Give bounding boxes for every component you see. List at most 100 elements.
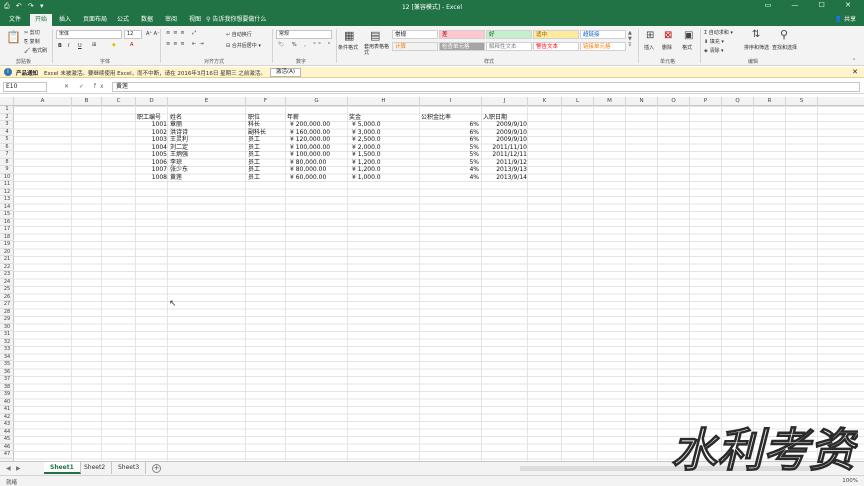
row-header[interactable]: 18 [0,234,14,241]
tab-5[interactable]: 数据 [136,14,158,26]
cell-employee-fund-rate[interactable]: 6% [421,121,479,129]
select-all-corner[interactable] [0,97,14,106]
cell-employee-bonus[interactable]: ¥ 2,500.0 [352,136,381,144]
row-header[interactable]: 16 [0,219,14,226]
header-cell-hire-date[interactable]: 入职日期 [483,114,507,122]
column-header[interactable]: H [348,97,420,106]
cell-employee-id[interactable]: 1002 [137,129,167,137]
row-header[interactable]: 29 [0,316,14,324]
column-header[interactable]: R [754,97,786,106]
cell-employee-bonus[interactable]: ¥ 1,200.0 [352,159,381,167]
row-header[interactable]: 13 [0,196,14,204]
row-header[interactable]: 42 [0,414,14,421]
find-select-button[interactable]: 查找和选择 [772,44,797,51]
cell-employee-bonus[interactable]: ¥ 1,200.0 [352,166,381,174]
font-grow-shrink-icons[interactable]: A⁺ A⁻ [146,31,160,37]
row-header[interactable]: 11 [0,181,14,189]
style-cell-6[interactable]: 检查单元格 [439,42,485,51]
border-icon[interactable]: ⊞ [92,42,96,48]
column-header[interactable]: K [528,97,562,106]
cell-employee-salary[interactable]: ¥ 60,000.00 [290,174,326,182]
number-format-select[interactable]: 常规 [276,30,332,39]
cell-employee-name[interactable]: 王炳强 [170,151,188,159]
header-cell-fund-rate[interactable]: 公积金比率 [421,114,451,122]
underline-button[interactable]: U [78,43,82,49]
delete-cells-button[interactable]: 删除 [662,44,672,51]
column-header[interactable]: M [594,97,626,106]
tab-3[interactable]: 页面布局 [78,14,112,26]
tab-1[interactable]: 开始 [30,14,53,26]
format-as-table-button[interactable]: 套用表格格式 [364,44,390,56]
cell-employee-hire-date[interactable]: 2009/9/10 [483,121,527,129]
sheet-tab-1[interactable]: Sheet1 [44,462,81,474]
cell-employee-fund-rate[interactable]: 5% [421,151,479,159]
cell-employee-hire-date[interactable]: 2013/9/13 [483,166,527,174]
row-header[interactable]: 39 [0,391,14,399]
style-cell-3[interactable]: 适中 [533,30,579,39]
horizontal-align-icons[interactable]: ≡≡≡ ⇤⇥ [166,41,207,47]
collapse-ribbon-icon[interactable]: ⌃ [852,58,856,64]
row-header[interactable]: 23 [0,271,14,279]
cell-employee-bonus[interactable]: ¥ 3,000.0 [352,129,381,137]
row-header[interactable]: 6 [0,144,14,151]
column-header[interactable]: J [482,97,528,106]
cell-employee-fund-rate[interactable]: 4% [421,166,479,174]
cell-employee-salary[interactable]: ¥ 120,000.00 [290,136,330,144]
row-header[interactable]: 22 [0,264,14,271]
cell-employee-id[interactable]: 1006 [137,159,167,167]
cell-employee-name[interactable]: 张少东 [170,166,188,174]
cell-employee-bonus[interactable]: ¥ 1,000.0 [352,174,381,182]
cell-employee-id[interactable]: 1001 [137,121,167,129]
column-header[interactable]: D [136,97,168,106]
column-header[interactable]: G [286,97,348,106]
cell-employee-position[interactable]: 员工 [248,159,260,167]
tab-2[interactable]: 插入 [54,14,76,26]
row-header[interactable]: 15 [0,211,14,219]
cell-employee-position[interactable]: 员工 [248,136,260,144]
cell-employee-bonus[interactable]: ¥ 2,000.0 [352,144,381,152]
row-header[interactable]: 3 [0,121,14,129]
header-cell-salary[interactable]: 年薪 [287,114,299,122]
column-header[interactable]: Q [722,97,754,106]
cell-employee-id[interactable]: 1008 [137,174,167,182]
style-cell-0[interactable]: 常规 [392,30,438,39]
share-button[interactable]: 👤 共享 [835,14,856,26]
row-header[interactable]: 2 [0,114,14,121]
row-header[interactable]: 40 [0,399,14,406]
row-header[interactable]: 30 [0,324,14,331]
row-header[interactable]: 37 [0,376,14,384]
cell-employee-bonus[interactable]: ¥ 5,000.0 [352,121,381,129]
row-header[interactable]: 32 [0,339,14,346]
row-header[interactable]: 36 [0,369,14,376]
merge-center-button[interactable]: ⊟ 合并后居中 ▾ [226,42,261,49]
row-header[interactable]: 47 [0,451,14,459]
cell-employee-salary[interactable]: ¥ 100,000.00 [290,144,330,152]
italic-button[interactable]: I [68,43,69,49]
row-header[interactable]: 1 [0,106,14,114]
next-sheet-icon[interactable]: ▶ [16,465,21,472]
column-header[interactable]: E [168,97,246,106]
sort-filter-icon[interactable]: ⇅ [752,29,760,40]
column-header[interactable]: I [420,97,482,106]
row-header[interactable]: 7 [0,151,14,159]
cell-employee-name[interactable]: 李琼 [170,159,182,167]
cell-employee-hire-date[interactable]: 2011/11/10 [483,144,527,152]
formula-icons[interactable]: ✕ ✓ fx [64,83,108,90]
column-header[interactable]: C [102,97,136,106]
cell-employee-name[interactable]: 王灵利 [170,136,188,144]
cell-employee-id[interactable]: 1004 [137,144,167,152]
conditional-format-button[interactable]: 条件格式 [338,44,358,51]
row-header[interactable]: 19 [0,241,14,249]
format-as-table-icon[interactable]: ▤ [370,29,380,42]
find-select-icon[interactable]: ⚲ [780,28,788,41]
column-header[interactable]: L [562,97,594,106]
column-header[interactable]: F [246,97,286,106]
row-header[interactable]: 31 [0,331,14,339]
window-controls[interactable]: ▭ — ☐ ✕ [765,1,860,9]
cell-employee-hire-date[interactable]: 2009/9/10 [483,136,527,144]
cell-employee-salary[interactable]: ¥ 100,000.00 [290,151,330,159]
cell-employee-name[interactable]: 章丽 [170,121,182,129]
style-cell-4[interactable]: 超链接 [580,30,626,39]
header-cell-bonus[interactable]: 奖金 [349,114,361,122]
column-header[interactable]: S [786,97,818,106]
